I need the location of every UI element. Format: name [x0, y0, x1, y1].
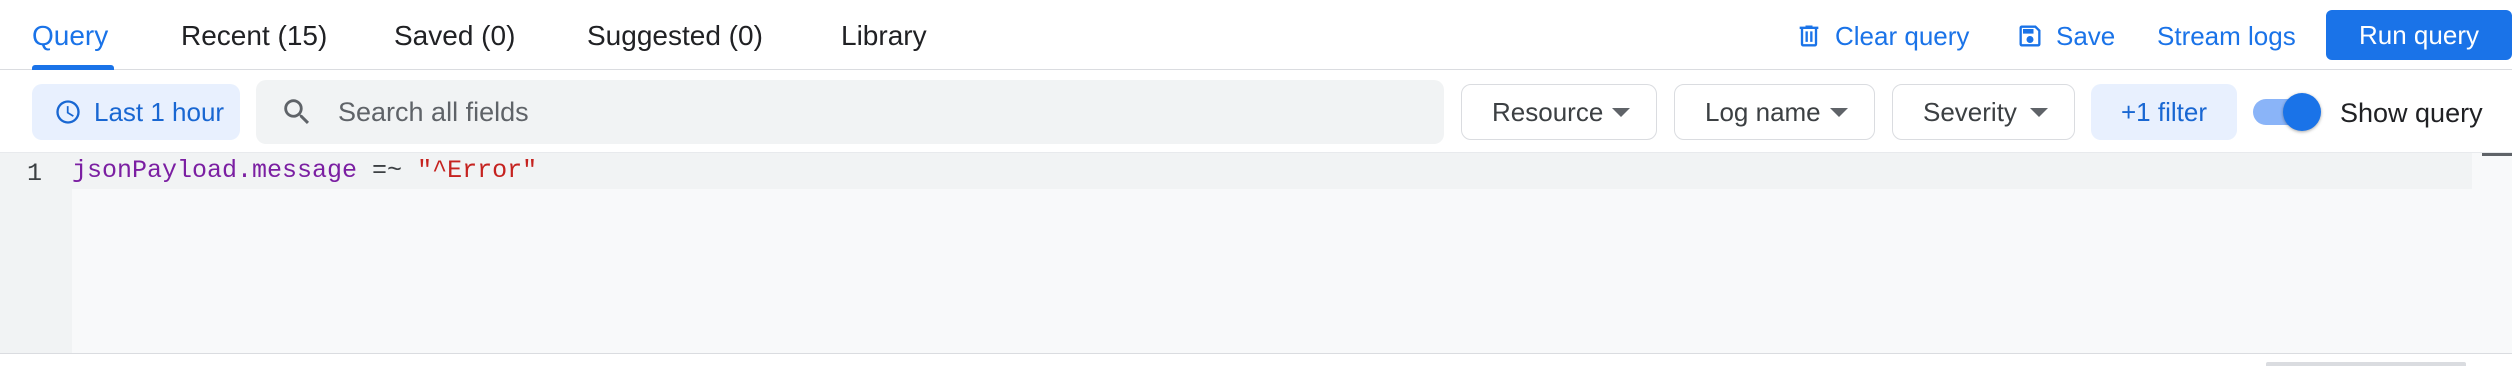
query-operator-token: =~: [357, 156, 418, 185]
trash-icon: [1799, 25, 1819, 47]
query-editor[interactable]: 1 jsonPayload.message =~ "^Error": [0, 152, 2512, 354]
caret-down-icon: [1612, 107, 1630, 117]
search-field[interactable]: [256, 80, 1444, 144]
resource-label: Resource: [1492, 96, 1604, 127]
save-label: Save: [2056, 21, 2116, 51]
save-button[interactable]: Save: [2016, 16, 2115, 56]
stream-logs-button[interactable]: Stream logs: [2157, 16, 2296, 56]
search-icon: [284, 99, 310, 125]
query-tab-bar: Query Recent (15) Saved (0) Suggested (0…: [0, 0, 2512, 70]
time-range-chip[interactable]: Last 1 hour: [32, 84, 240, 140]
run-query-button[interactable]: Run query: [2326, 10, 2512, 60]
log-name-label: Log name: [1705, 96, 1821, 127]
clear-query-label: Clear query: [1835, 21, 1970, 51]
clock-icon: [56, 100, 80, 124]
query-value-token: "^Error": [417, 156, 538, 185]
caret-down-icon: [2030, 107, 2048, 117]
editor-scrollbar[interactable]: [2482, 153, 2512, 156]
show-query-toggle[interactable]: [2253, 93, 2325, 131]
severity-label: Severity: [1923, 96, 2017, 127]
search-input[interactable]: [336, 95, 1420, 129]
show-query-label: Show query: [2340, 98, 2483, 128]
line-number-gutter: 1: [0, 153, 72, 353]
tab-query[interactable]: Query: [32, 16, 108, 56]
resource-dropdown[interactable]: Resource: [1461, 84, 1657, 140]
clear-query-button[interactable]: Clear query: [1795, 16, 1969, 56]
active-tab-indicator: [32, 65, 114, 70]
panel-edge: [2266, 362, 2466, 366]
tab-library[interactable]: Library: [841, 16, 927, 56]
tab-suggested[interactable]: Suggested (0): [587, 16, 763, 56]
tab-recent[interactable]: Recent (15): [181, 16, 327, 56]
severity-dropdown[interactable]: Severity: [1892, 84, 2075, 140]
time-range-label: Last 1 hour: [94, 96, 225, 127]
log-name-dropdown[interactable]: Log name: [1674, 84, 1875, 140]
extra-filter-chip[interactable]: +1 filter: [2091, 84, 2237, 140]
caret-down-icon: [1830, 107, 1848, 117]
save-icon: [2019, 25, 2041, 47]
toggle-thumb: [2283, 93, 2321, 131]
line-number: 1: [26, 159, 42, 188]
query-line[interactable]: jsonPayload.message =~ "^Error": [72, 153, 2472, 189]
query-field-token: jsonPayload.message: [72, 156, 358, 185]
tab-saved[interactable]: Saved (0): [394, 16, 515, 56]
